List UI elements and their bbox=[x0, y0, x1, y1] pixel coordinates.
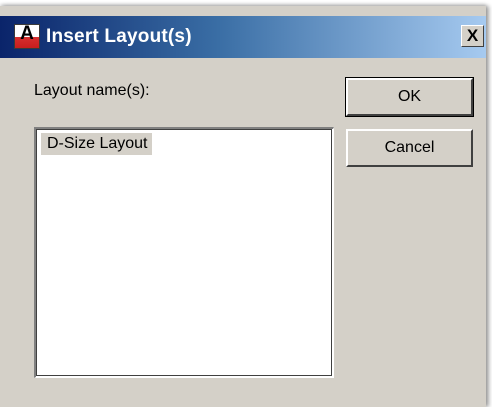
autocad-app-icon: A bbox=[14, 23, 40, 49]
close-button[interactable]: X bbox=[461, 25, 484, 47]
ok-button[interactable]: OK bbox=[345, 77, 474, 117]
layout-names-label: Layout name(s): bbox=[34, 82, 150, 99]
insert-layout-dialog: A Insert Layout(s) X Layout name(s): D-S… bbox=[0, 6, 486, 407]
list-item-d-size-layout[interactable]: D-Size Layout bbox=[41, 133, 152, 155]
app-icon-letter: A bbox=[20, 23, 34, 44]
close-icon: X bbox=[466, 26, 479, 45]
title-bar[interactable]: A Insert Layout(s) X bbox=[0, 16, 486, 58]
dialog-title: Insert Layout(s) bbox=[46, 26, 192, 47]
cancel-button[interactable]: Cancel bbox=[346, 129, 473, 167]
layout-names-listbox[interactable]: D-Size Layout bbox=[34, 127, 334, 378]
